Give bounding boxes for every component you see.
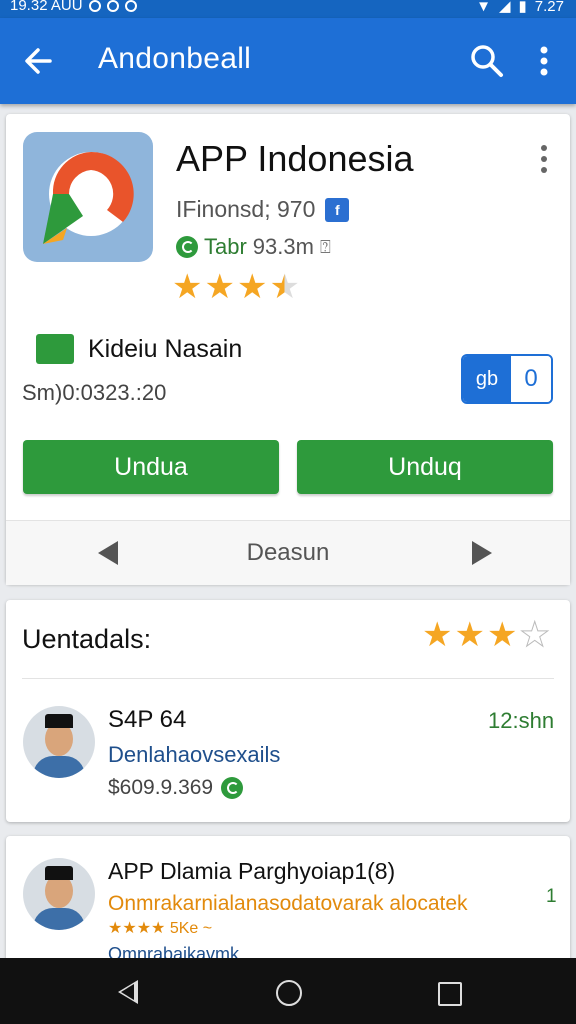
app-bar-title: Andonbeall	[98, 42, 252, 75]
review-meta-text: $609.9.369	[108, 776, 214, 799]
review-text: Onmrakarnialanasodatovarak alocatek	[108, 892, 468, 915]
download-secondary-button[interactable]: Unduq	[297, 440, 553, 494]
app-meta: IFinonsd; 970 f	[176, 196, 350, 223]
verified-icon	[221, 777, 244, 799]
reviews-stars: ★ ★ ★ ★	[422, 616, 551, 654]
review-meta: $609.9.369	[108, 776, 244, 800]
search-icon[interactable]	[468, 42, 506, 80]
status-bar: 19.32 AUU ▼ ◢ ▮ 7.27	[0, 0, 576, 18]
nav-home-icon[interactable]	[276, 980, 302, 1006]
star-half-icon: ★	[269, 268, 300, 306]
notification-icon	[88, 0, 101, 12]
star-icon: ★	[172, 268, 203, 306]
signal-icon: ◢	[498, 0, 511, 15]
star-icon: ★	[204, 268, 235, 306]
nav-back-icon[interactable]	[118, 980, 138, 1004]
app-size-row: Tabr 93.3m ⍰	[176, 234, 331, 260]
avatar[interactable]	[23, 858, 95, 930]
next-arrow-icon[interactable]	[472, 541, 492, 565]
toggle-on-label[interactable]: gb	[463, 356, 511, 402]
more-vert-icon[interactable]	[530, 42, 558, 80]
facebook-badge-icon: f	[325, 197, 350, 222]
app-bar: Andonbeall	[0, 18, 576, 104]
toggle-off-label[interactable]: 0	[511, 356, 551, 402]
developer-row[interactable]: Kideiu Nasain	[36, 334, 242, 364]
size-value: 93.3m	[252, 234, 314, 259]
battery-icon: ▮	[518, 0, 527, 15]
developer-icon	[36, 334, 74, 364]
app-logo-icon[interactable]	[23, 132, 153, 262]
review-rating: ★★★★ 5Ke ~	[108, 920, 213, 937]
download-icon	[176, 236, 198, 258]
wifi-icon: ▼	[476, 0, 491, 15]
download-button[interactable]: Undua	[23, 440, 279, 494]
reviews-card: Uentadals: ★ ★ ★ ★ S4P 64 12:shn Denlaha…	[6, 600, 570, 822]
app-detail-card: APP Indonesia IFinonsd; 970 f Tabr 93.3m…	[6, 114, 570, 585]
pager: Deasun	[6, 520, 570, 585]
review-time: 12:shn	[488, 708, 555, 733]
app-rating-stars: ★ ★ ★ ★	[172, 270, 300, 304]
reviewer-name: APP Dlamia Parghyoiap1(8)	[108, 858, 396, 884]
card-more-icon[interactable]	[536, 142, 552, 176]
back-arrow-icon[interactable]	[20, 42, 58, 80]
reviewer-name: S4P 64	[108, 706, 187, 733]
divider	[22, 678, 554, 679]
app-meta-text: IFinonsd; 970	[176, 196, 316, 222]
star-icon: ★	[422, 616, 453, 654]
review-text: Denlahaovsexails	[108, 742, 281, 767]
reviews-title: Uentadals:	[22, 624, 152, 654]
developer-name: Kideiu Nasain	[88, 334, 243, 363]
star-icon: ★	[236, 268, 268, 306]
alert-icon	[124, 0, 137, 12]
review-count: 1	[546, 886, 557, 907]
lock-icon: ⍰	[319, 236, 331, 257]
nav-recent-icon[interactable]	[438, 982, 462, 1006]
star-icon: ★	[486, 616, 518, 654]
system-nav-bar	[0, 958, 576, 1024]
star-empty-icon: ★	[519, 616, 551, 654]
release-date: Sm)0:0323.:20	[22, 380, 167, 405]
toggle-switch[interactable]: gb 0	[461, 354, 553, 404]
sync-icon	[106, 0, 119, 12]
status-clock: 7.27	[534, 0, 564, 15]
avatar[interactable]	[23, 706, 95, 778]
size-label: Tabr	[204, 234, 247, 259]
app-name: APP Indonesia	[176, 138, 414, 179]
status-time: 19.32 AUU	[10, 0, 83, 14]
review-card: APP Dlamia Parghyoiap1(8) 1 Onmrakarnial…	[6, 836, 570, 976]
star-icon: ★	[454, 616, 485, 654]
